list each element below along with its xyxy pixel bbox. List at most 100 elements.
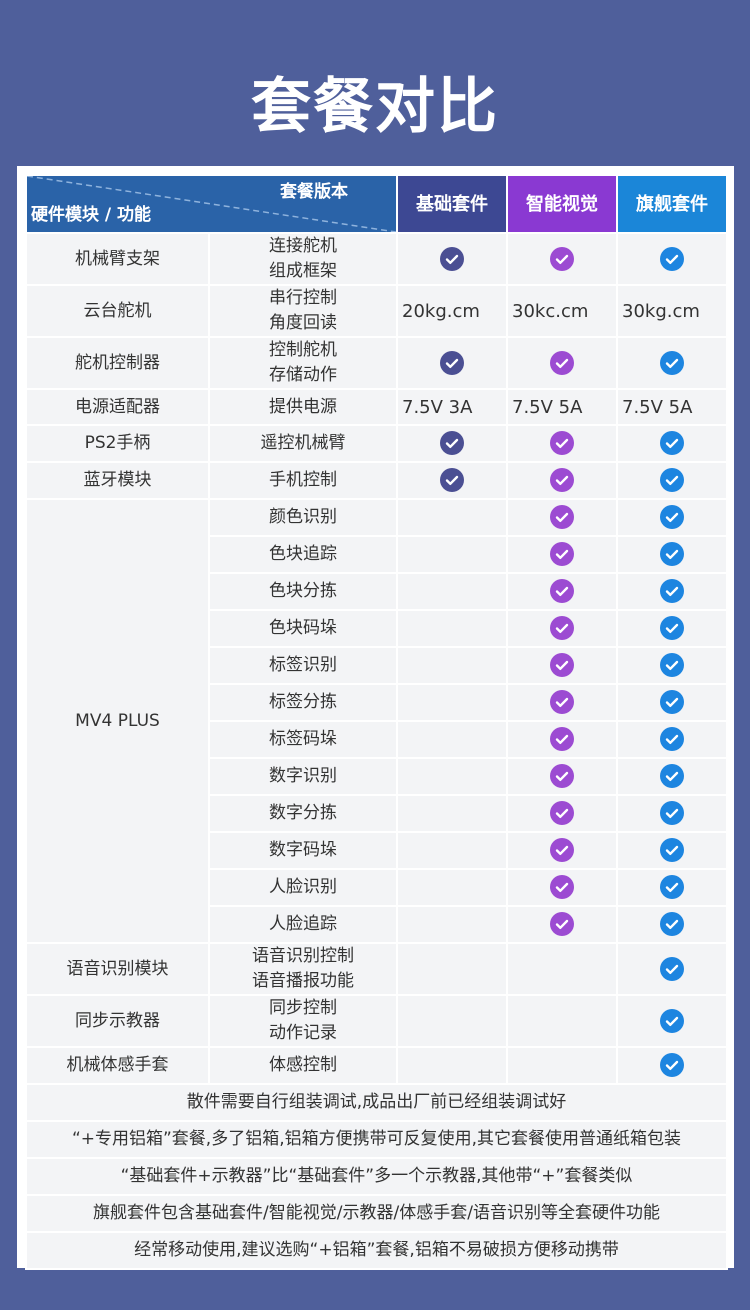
check-icon	[550, 542, 574, 566]
plan-cell-flagship	[616, 683, 728, 722]
note-text: “+专用铝箱”套餐,多了铝箱,铝箱方便携带可反复使用,其它套餐使用普通纸箱包装	[25, 1120, 728, 1159]
check-icon	[550, 350, 574, 375]
check-icon	[550, 431, 574, 455]
check-icon	[550, 579, 574, 603]
plan-cell-basic	[396, 609, 508, 648]
plan-cell-vision	[506, 498, 618, 537]
module-cell: 机械体感手套	[25, 1046, 210, 1085]
check-icon	[660, 875, 684, 899]
module-cell: PS2手柄	[25, 424, 210, 463]
plan-cell-basic: 20kg.cm	[396, 284, 508, 338]
note-row: 旗舰套件包含基础套件/智能视觉/示教器/体感手套/语音识别等全套硬件功能	[25, 1194, 728, 1233]
check-icon	[660, 956, 684, 981]
check-icon	[660, 912, 684, 936]
plan-cell-vision: 30kc.cm	[506, 284, 618, 338]
plan-cell-basic	[396, 572, 508, 611]
check-icon	[550, 653, 574, 677]
plan-cell-basic	[396, 1046, 508, 1085]
module-label: 硬件模块 / 功能	[31, 205, 152, 225]
plan-header-basic: 基础套件	[396, 174, 508, 234]
feature-cell: 数字识别	[208, 757, 398, 796]
plan-cell-flagship	[616, 831, 728, 870]
module-cell: 云台舵机	[25, 284, 210, 338]
plan-cell-basic: 7.5V 3A	[396, 388, 508, 426]
plan-cell-basic	[396, 498, 508, 537]
plan-cell-basic	[396, 868, 508, 907]
plan-cell-flagship	[616, 535, 728, 574]
table-row: 云台舵机 串行控制 角度回读 20kg.cm 30kc.cm 30kg.cm	[25, 284, 728, 338]
check-icon	[660, 653, 684, 677]
table-row: 机械臂支架 连接舵机 组成框架	[25, 232, 728, 286]
table-row: 舵机控制器 控制舵机 存储动作	[25, 336, 728, 390]
module-cell: MV4 PLUS	[25, 498, 210, 944]
notes-body: 散件需要自行组装调试,成品出厂前已经组装调试好 “+专用铝箱”套餐,多了铝箱,铝箱…	[25, 1083, 728, 1270]
check-icon	[550, 616, 574, 640]
feature-cell: 色块码垛	[208, 609, 398, 648]
note-row: “+专用铝箱”套餐,多了铝箱,铝箱方便携带可反复使用,其它套餐使用普通纸箱包装	[25, 1120, 728, 1159]
plan-cell-flagship	[616, 646, 728, 685]
module-cell: 同步示教器	[25, 994, 210, 1048]
plan-cell-flagship	[616, 609, 728, 648]
check-icon	[660, 838, 684, 862]
check-icon	[660, 616, 684, 640]
note-text: “基础套件+示教器”比“基础套件”多一个示教器,其他带“+”套餐类似	[25, 1157, 728, 1196]
plan-cell-basic	[396, 831, 508, 870]
plan-cell-vision	[506, 1046, 618, 1085]
check-icon	[550, 801, 574, 825]
feature-cell: 数字分拣	[208, 794, 398, 833]
module-cell: 舵机控制器	[25, 336, 210, 390]
feature-cell: 连接舵机 组成框架	[208, 232, 398, 286]
feature-cell: 色块追踪	[208, 535, 398, 574]
plan-cell-vision	[506, 572, 618, 611]
plan-cell-flagship	[616, 757, 728, 796]
check-icon	[440, 468, 464, 492]
plan-cell-flagship	[616, 1046, 728, 1085]
check-icon	[550, 764, 574, 788]
check-icon	[550, 875, 574, 899]
plan-cell-vision	[506, 424, 618, 463]
feature-cell: 手机控制	[208, 461, 398, 500]
check-icon	[660, 431, 684, 455]
plan-cell-basic	[396, 461, 508, 500]
feature-cell: 颜色识别	[208, 498, 398, 537]
plan-cell-basic	[396, 683, 508, 722]
feature-cell: 同步控制 动作记录	[208, 994, 398, 1048]
check-icon	[660, 801, 684, 825]
plan-cell-vision: 7.5V 5A	[506, 388, 618, 426]
table-row: PS2手柄 遥控机械臂	[25, 424, 728, 463]
plan-cell-flagship	[616, 232, 728, 286]
plan-cell-basic	[396, 757, 508, 796]
plan-cell-vision	[506, 336, 618, 390]
plan-cell-vision	[506, 942, 618, 996]
check-icon	[660, 690, 684, 714]
check-icon	[660, 579, 684, 603]
note-row: “基础套件+示教器”比“基础套件”多一个示教器,其他带“+”套餐类似	[25, 1157, 728, 1196]
feature-cell: 遥控机械臂	[208, 424, 398, 463]
check-icon	[440, 246, 464, 271]
plan-cell-flagship	[616, 572, 728, 611]
module-cell: 蓝牙模块	[25, 461, 210, 500]
plan-cell-basic	[396, 905, 508, 944]
plan-cell-vision	[506, 868, 618, 907]
plan-header-flagship: 旗舰套件	[616, 174, 728, 234]
plan-cell-basic	[396, 994, 508, 1048]
plan-cell-flagship	[616, 498, 728, 537]
feature-cell: 色块分拣	[208, 572, 398, 611]
table-body: 机械臂支架 连接舵机 组成框架 云台舵机 串行控制 角度回读 20kg.cm 30kc.cm 3…	[25, 232, 728, 1085]
feature-cell: 语音识别控制 语音播报功能	[208, 942, 398, 996]
feature-cell: 标签识别	[208, 646, 398, 685]
plan-cell-vision	[506, 794, 618, 833]
check-icon	[660, 350, 684, 375]
table-row: 蓝牙模块 手机控制	[25, 461, 728, 500]
plan-cell-vision	[506, 535, 618, 574]
check-icon	[660, 764, 684, 788]
note-text: 旗舰套件包含基础套件/智能视觉/示教器/体感手套/语音识别等全套硬件功能	[25, 1194, 728, 1233]
plan-cell-flagship: 7.5V 5A	[616, 388, 728, 426]
check-icon	[440, 350, 464, 375]
comparison-panel: 套餐版本 硬件模块 / 功能 基础套件 智能视觉 旗舰套件 机械臂支架 连接舵机组…	[17, 166, 734, 1270]
check-icon	[660, 542, 684, 566]
plan-cell-basic	[396, 942, 508, 996]
table-row: 同步示教器 同步控制 动作记录	[25, 994, 728, 1048]
plan-cell-vision	[506, 232, 618, 286]
table-header-corner: 套餐版本 硬件模块 / 功能	[25, 174, 398, 234]
